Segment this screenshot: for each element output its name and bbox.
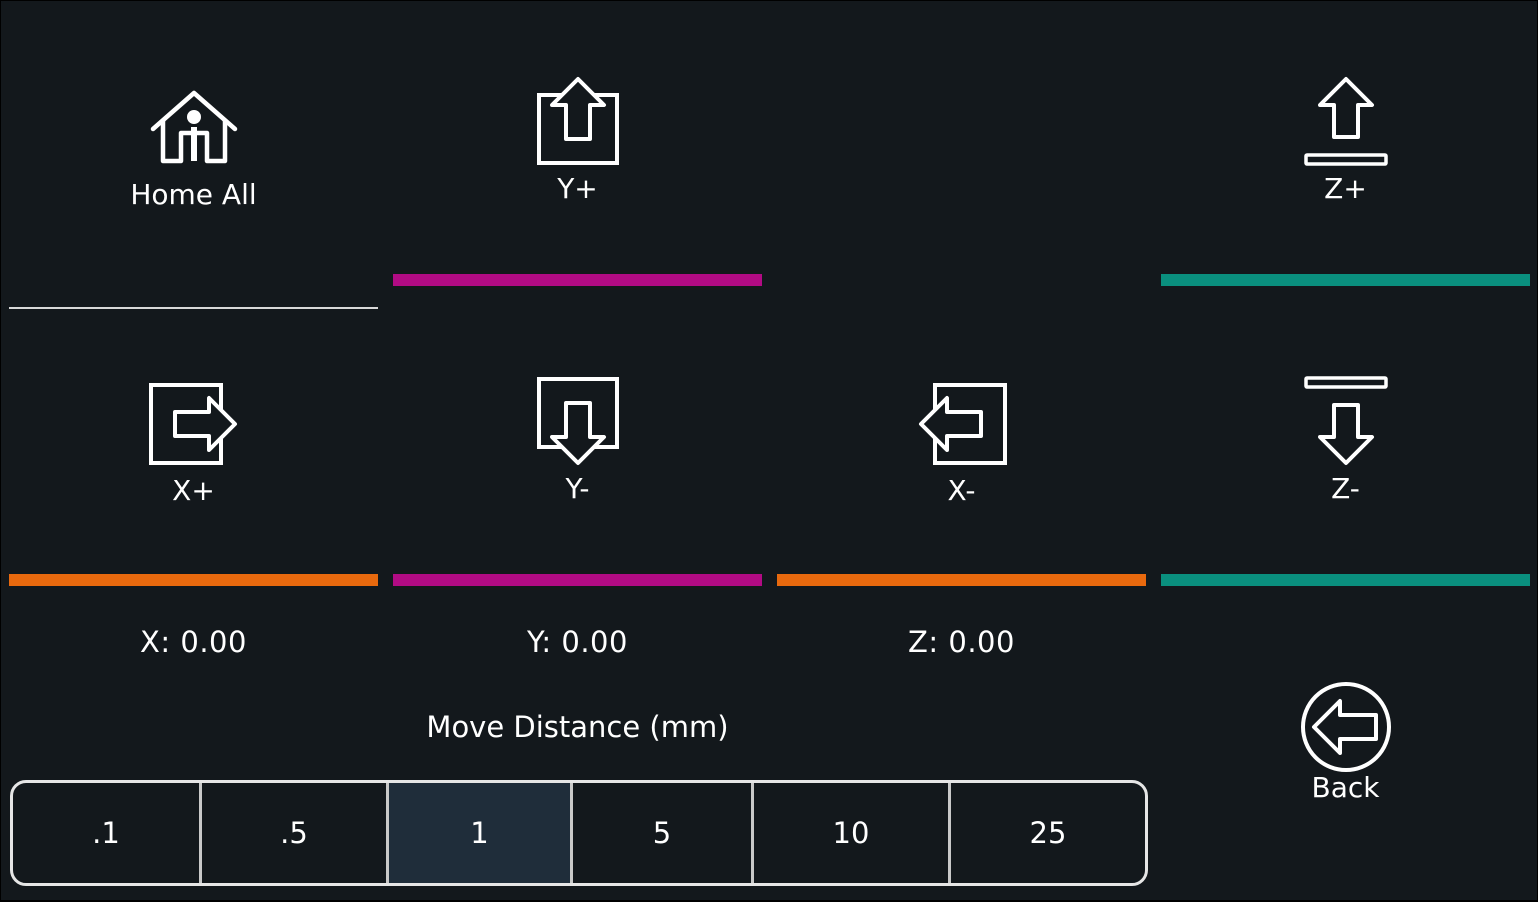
arrow-right-box-icon bbox=[148, 383, 237, 465]
home-all-underline bbox=[9, 307, 378, 309]
y-plus-label: Y+ bbox=[557, 172, 598, 205]
arrow-left-box-icon bbox=[918, 383, 1007, 465]
distance-option-10[interactable]: 10 bbox=[754, 783, 951, 883]
x-minus-label: X- bbox=[947, 474, 976, 507]
y-minus-button[interactable]: Y- bbox=[393, 375, 762, 505]
home-all-label: Home All bbox=[130, 178, 257, 211]
y-minus-label: Y- bbox=[565, 472, 590, 505]
x-plus-label: X+ bbox=[172, 474, 215, 507]
arrow-up-box-icon bbox=[536, 77, 619, 165]
home-all-button[interactable]: Home All bbox=[9, 87, 378, 211]
z-plus-label: Z+ bbox=[1324, 172, 1367, 205]
distance-option-25[interactable]: 25 bbox=[951, 783, 1145, 883]
z-axis-bar-bottom bbox=[1161, 574, 1530, 586]
y-axis-bar-bottom bbox=[393, 574, 762, 586]
distance-option-0-1[interactable]: .1 bbox=[13, 783, 202, 883]
z-position-readout: Z: 0.00 bbox=[908, 625, 1015, 659]
y-axis-bar-top bbox=[393, 274, 762, 286]
circle-arrow-left-icon bbox=[1300, 682, 1391, 772]
x-position-readout: X: 0.00 bbox=[140, 625, 247, 659]
z-minus-label: Z- bbox=[1331, 472, 1360, 505]
x-plus-button[interactable]: X+ bbox=[9, 381, 378, 507]
arrow-up-bar-icon bbox=[1303, 77, 1388, 166]
home-icon bbox=[150, 90, 237, 164]
z-axis-bar-top bbox=[1161, 274, 1530, 286]
back-label: Back bbox=[1311, 771, 1380, 804]
x-minus-button[interactable]: X- bbox=[777, 381, 1146, 507]
z-plus-button[interactable]: Z+ bbox=[1161, 75, 1530, 205]
move-distance-selector: .1 .5 1 5 10 25 bbox=[10, 780, 1148, 886]
back-button[interactable]: Back bbox=[1161, 681, 1530, 804]
x-axis-bar-right bbox=[777, 574, 1146, 586]
distance-option-5[interactable]: 5 bbox=[573, 783, 754, 883]
x-axis-bar-left bbox=[9, 574, 378, 586]
y-position-readout: Y: 0.00 bbox=[527, 625, 628, 659]
arrow-down-box-icon bbox=[536, 377, 619, 465]
distance-option-1[interactable]: 1 bbox=[389, 783, 573, 883]
move-distance-title: Move Distance (mm) bbox=[426, 710, 729, 744]
z-minus-button[interactable]: Z- bbox=[1161, 375, 1530, 505]
y-plus-button[interactable]: Y+ bbox=[393, 75, 762, 205]
distance-option-0-5[interactable]: .5 bbox=[202, 783, 389, 883]
arrow-down-bar-icon bbox=[1303, 376, 1388, 465]
move-panel: Home All Y+ Z+ X+ Y- X- Z- X: 0.00 Y: 0.… bbox=[1, 1, 1537, 900]
